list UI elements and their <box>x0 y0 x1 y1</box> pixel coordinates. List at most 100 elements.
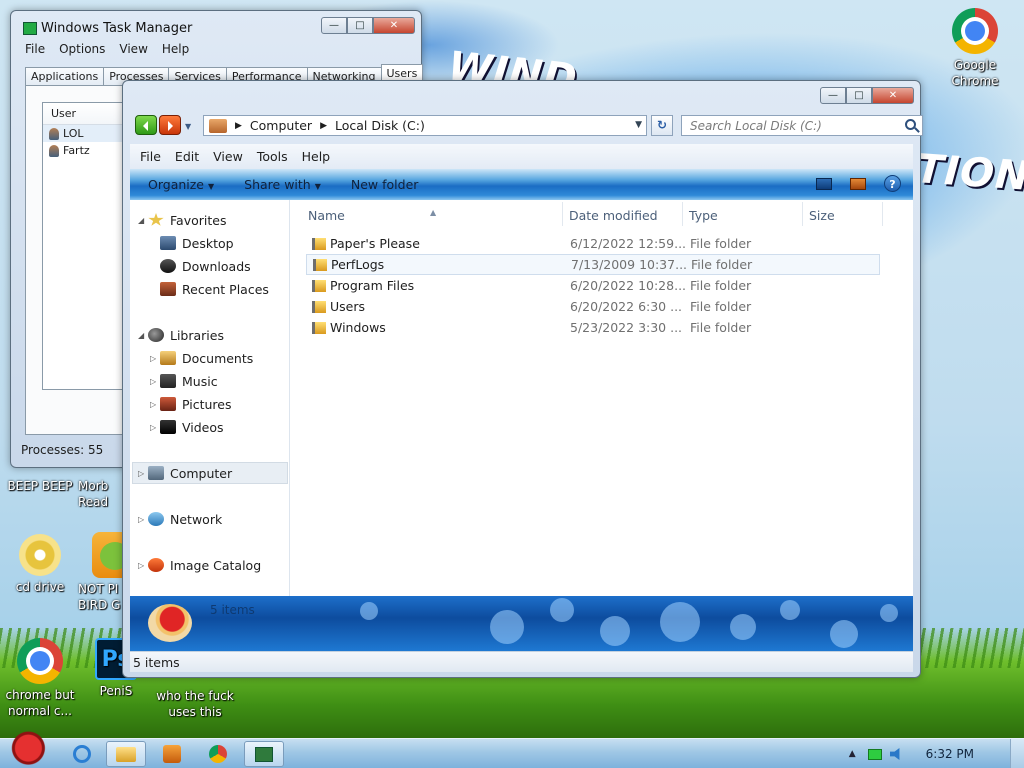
column-divider[interactable] <box>682 202 683 226</box>
breadcrumb-local-disk[interactable]: Local Disk (C:) <box>335 118 425 133</box>
menu-help[interactable]: Help <box>162 42 189 56</box>
table-row[interactable]: PerfLogs 7/13/2009 10:37... File folder <box>306 254 880 275</box>
recent-pages-dropdown[interactable]: ▼ <box>185 122 191 131</box>
expand-arrow-icon[interactable]: ▷ <box>138 515 148 524</box>
maximize-button[interactable]: □ <box>347 17 373 34</box>
explorer-window[interactable]: — □ ✕ ▼ ▶ Computer ▶ Local Disk (C:) ▼ ↻… <box>122 80 923 678</box>
nav-network[interactable]: ▷ Network <box>138 509 222 529</box>
search-box[interactable] <box>681 115 923 136</box>
menu-edit[interactable]: Edit <box>175 149 199 164</box>
nav-music[interactable]: ▷ Music <box>150 371 218 391</box>
details-pane: 5 items <box>130 596 913 651</box>
media-player-icon <box>163 745 181 763</box>
table-row[interactable]: Program Files 6/20/2022 10:28... File fo… <box>306 275 880 296</box>
start-button[interactable] <box>2 731 50 768</box>
expand-arrow-icon[interactable]: ▷ <box>138 561 148 570</box>
desktop-icon-google-chrome[interactable]: Google Chrome <box>935 8 1015 89</box>
network-status-icon[interactable] <box>867 748 882 760</box>
music-icon <box>160 374 176 388</box>
maximize-button[interactable]: □ <box>846 87 872 104</box>
navigation-pane[interactable]: ◢ Favorites Desktop Downloads Recent Pla… <box>130 200 290 596</box>
sort-ascending-icon: ▲ <box>430 208 437 217</box>
close-button[interactable]: ✕ <box>373 17 415 34</box>
nav-pictures[interactable]: ▷ Pictures <box>150 394 232 414</box>
nav-label: Desktop <box>182 235 234 251</box>
table-row[interactable]: Users 6/20/2022 6:30 ... File folder <box>306 296 880 317</box>
menu-tools[interactable]: Tools <box>257 149 288 164</box>
taskbar-chrome[interactable] <box>198 741 238 767</box>
nav-downloads[interactable]: Downloads <box>160 256 251 276</box>
menu-file[interactable]: File <box>140 149 161 164</box>
nav-label: Network <box>170 511 223 527</box>
menu-options[interactable]: Options <box>59 42 105 56</box>
column-divider[interactable] <box>882 202 883 226</box>
menu-file[interactable]: File <box>25 42 45 56</box>
column-name[interactable]: Name <box>308 208 345 223</box>
recent-places-icon <box>160 282 176 296</box>
minimize-button[interactable]: — <box>321 17 347 34</box>
forward-button[interactable] <box>159 115 181 135</box>
column-date-modified[interactable]: Date modified <box>569 208 658 223</box>
share-with-button[interactable]: Share with ▼ <box>244 177 321 192</box>
menu-bar: File Options View Help <box>25 42 189 56</box>
nav-libraries[interactable]: ◢ Libraries <box>138 325 224 345</box>
collapse-arrow-icon[interactable]: ◢ <box>138 216 148 225</box>
refresh-button[interactable]: ↻ <box>651 115 673 136</box>
desktop-icon-morb[interactable]: Morb Read <box>78 478 128 510</box>
desktop-icon-beep-beep[interactable]: BEEP BEEP <box>0 478 80 494</box>
expand-arrow-icon[interactable]: ▷ <box>150 400 160 409</box>
table-row[interactable]: Paper's Please 6/12/2022 12:59... File f… <box>306 233 880 254</box>
nav-computer[interactable]: ▷ Computer <box>138 463 232 483</box>
search-input[interactable] <box>682 116 892 135</box>
new-folder-button[interactable]: New folder <box>351 177 419 192</box>
desktop-icon-cd-drive[interactable]: cd drive <box>0 534 80 595</box>
decor-bubble <box>490 610 524 644</box>
table-row[interactable]: Windows 5/23/2022 3:30 ... File folder <box>306 317 880 338</box>
show-desktop-button[interactable] <box>1010 739 1024 768</box>
breadcrumb-separator-icon[interactable]: ▶ <box>235 121 242 131</box>
nav-recent-places[interactable]: Recent Places <box>160 279 269 299</box>
minimize-button[interactable]: — <box>820 87 846 104</box>
desktop-icon-who-uses-this[interactable]: who the fuck uses this <box>150 688 240 720</box>
breadcrumb-computer[interactable]: Computer <box>250 118 312 133</box>
close-button[interactable]: ✕ <box>872 87 914 104</box>
show-hidden-icons-icon[interactable]: ▲ <box>849 749 856 759</box>
column-divider[interactable] <box>562 202 563 226</box>
breadcrumb-separator-icon[interactable]: ▶ <box>320 121 327 131</box>
taskbar-media-player[interactable] <box>152 741 192 767</box>
address-dropdown-icon[interactable]: ▼ <box>635 120 642 130</box>
change-view-icon[interactable] <box>816 177 832 190</box>
desktop-icon-not-pig-bird[interactable]: NOT PI BIRD G <box>78 532 138 613</box>
menu-view[interactable]: View <box>213 149 243 164</box>
address-bar[interactable]: ▶ Computer ▶ Local Disk (C:) ▼ <box>203 115 647 136</box>
file-list[interactable]: ▲ Name Date modified Type Size Paper's P… <box>292 200 913 596</box>
tab-applications[interactable]: Applications <box>25 67 105 85</box>
desktop-icon-chrome-normal[interactable]: chrome but normal c... <box>0 638 80 719</box>
nav-label: Videos <box>182 419 224 435</box>
taskbar-task-manager[interactable] <box>244 741 284 767</box>
help-icon[interactable]: ? <box>884 175 901 192</box>
clock[interactable]: 6:32 PM <box>926 747 974 761</box>
menu-view[interactable]: View <box>119 42 147 56</box>
nav-favorites[interactable]: ◢ Favorites <box>138 210 226 230</box>
expand-arrow-icon[interactable]: ▷ <box>150 377 160 386</box>
taskbar-internet-explorer[interactable] <box>62 741 102 767</box>
volume-icon[interactable] <box>889 748 900 760</box>
nav-documents[interactable]: ▷ Documents <box>150 348 253 368</box>
collapse-arrow-icon[interactable]: ◢ <box>138 331 148 340</box>
menu-help[interactable]: Help <box>302 149 331 164</box>
nav-videos[interactable]: ▷ Videos <box>150 417 224 437</box>
search-icon[interactable] <box>905 119 916 130</box>
nav-image-catalog[interactable]: ▷ Image Catalog <box>138 555 261 575</box>
expand-arrow-icon[interactable]: ▷ <box>150 354 160 363</box>
taskbar-file-explorer[interactable] <box>106 741 146 767</box>
column-size[interactable]: Size <box>809 208 835 223</box>
expand-arrow-icon[interactable]: ▷ <box>150 423 160 432</box>
nav-desktop[interactable]: Desktop <box>160 233 234 253</box>
column-divider[interactable] <box>802 202 803 226</box>
back-button[interactable] <box>135 115 157 135</box>
expand-arrow-icon[interactable]: ▷ <box>138 469 148 478</box>
column-type[interactable]: Type <box>689 208 718 223</box>
organize-button[interactable]: Organize ▼ <box>148 177 214 192</box>
preview-pane-icon[interactable] <box>850 177 866 190</box>
